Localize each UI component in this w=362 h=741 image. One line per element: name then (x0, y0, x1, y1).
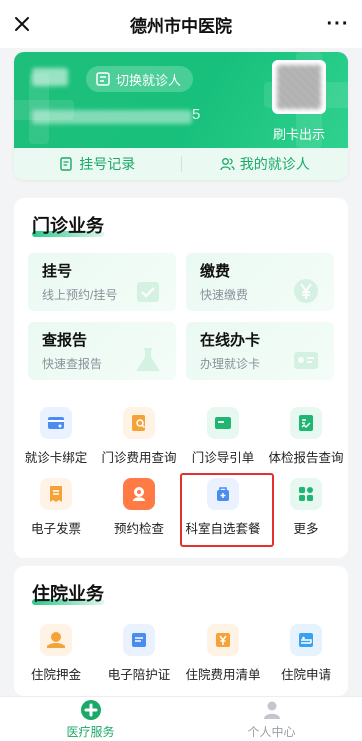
grid-label: 更多 (293, 522, 319, 536)
grid-item-fee-query[interactable]: 门诊费用查询 (97, 405, 181, 469)
grid-item-guide[interactable]: 门诊导引单 (181, 405, 265, 469)
bed-icon (290, 624, 322, 656)
qr-code[interactable] (272, 60, 326, 114)
more-grid-icon (290, 478, 322, 510)
appointment-icon (123, 478, 155, 510)
tile-subtitle: 线上预约/挂号 (42, 288, 118, 302)
patient-name-masked (32, 68, 68, 86)
top-nav-bar: 德州市中医院 ··· (0, 0, 362, 48)
tab-label: 个人中心 (247, 724, 296, 739)
online-card-tile[interactable]: 在线办卡 办理就诊卡 (186, 322, 334, 380)
tile-subtitle: 快速缴费 (200, 288, 249, 302)
tile-subtitle: 快速查报告 (42, 357, 103, 371)
grid-item-more[interactable]: 更多 (264, 476, 348, 540)
card-number-masked (32, 110, 192, 124)
patient-card: 切换就诊人 5 刷卡出示 挂号记录 我的就诊人 (14, 52, 348, 180)
grid-item-bed[interactable]: 住院申请 (264, 622, 348, 686)
grid-label: 住院申请 (280, 668, 331, 682)
card-bind-icon (40, 407, 72, 439)
grid-label: 门诊费用查询 (101, 451, 177, 465)
guide-icon (207, 407, 239, 439)
grid-label: 门诊导引单 (191, 451, 255, 465)
escort-pass-icon (123, 624, 155, 656)
switch-icon (96, 72, 110, 86)
page-title: 德州市中医院 (130, 16, 232, 36)
grid-label: 住院押金 (30, 668, 81, 682)
patient-card-links: 挂号记录 我的就诊人 (14, 148, 348, 180)
payment-tile[interactable]: 缴费 快速缴费 (186, 253, 334, 311)
tile-title: 在线办卡 (200, 332, 261, 349)
my-patients-label: 我的就诊人 (239, 156, 310, 172)
grid-label: 电子陪护证 (107, 668, 171, 682)
checkup-report-icon (290, 407, 322, 439)
tile-title: 查报告 (42, 332, 88, 349)
deposit-icon (40, 624, 72, 656)
my-patients-link[interactable]: 我的就诊人 (182, 154, 349, 174)
fee-list-icon (207, 624, 239, 656)
fee-query-icon (123, 407, 155, 439)
people-icon (220, 157, 235, 171)
card-number-tail: 5 (192, 106, 201, 123)
grid-label: 住院费用清单 (185, 668, 261, 682)
grid-label: 就诊卡绑定 (24, 451, 88, 465)
tab-personal-center[interactable]: 个人中心 (181, 697, 362, 741)
section-title: 住院业务 (32, 584, 104, 604)
calendar-icon (137, 282, 159, 302)
grid-label: 预约检查 (113, 522, 164, 536)
tile-subtitle: 办理就诊卡 (200, 357, 261, 371)
medical-cross-icon (80, 699, 101, 720)
document-icon (59, 157, 73, 171)
grid-item-checkup-report[interactable]: 体检报告查询 (264, 405, 348, 469)
show-card-label[interactable]: 刷卡出示 (266, 124, 332, 143)
flask-icon (136, 348, 160, 371)
grid-item-appointment[interactable]: 预约检查 (97, 476, 181, 540)
yen-icon (294, 279, 318, 303)
grid-label: 电子发票 (30, 522, 81, 536)
tile-title: 挂号 (42, 263, 73, 280)
person-icon (263, 701, 280, 719)
registration-records-label: 挂号记录 (79, 156, 136, 172)
bottom-tab-bar: 医疗服务 个人中心 (0, 696, 362, 741)
check-report-tile[interactable]: 查报告 快速查报告 (28, 322, 176, 380)
switch-patient-button[interactable]: 切换就诊人 (86, 66, 194, 92)
tab-label: 医疗服务 (66, 724, 115, 739)
close-icon[interactable] (8, 10, 36, 38)
more-options-icon[interactable]: ··· (326, 12, 350, 36)
grid-item-invoice[interactable]: 电子发票 (14, 476, 98, 540)
register-tile[interactable]: 挂号 线上预约/挂号 (28, 253, 176, 311)
id-card-icon (294, 352, 318, 369)
highlight-annotation (180, 473, 274, 547)
grid-item-card-bind[interactable]: 就诊卡绑定 (14, 405, 98, 469)
tile-title: 缴费 (200, 263, 231, 280)
grid-item-fee-list[interactable]: 住院费用清单 (181, 622, 265, 686)
tab-medical-service[interactable]: 医疗服务 (0, 697, 181, 741)
patient-card-header: 切换就诊人 5 刷卡出示 (14, 52, 348, 148)
grid-item-escort-pass[interactable]: 电子陪护证 (97, 622, 181, 686)
grid-item-deposit[interactable]: 住院押金 (14, 622, 98, 686)
registration-records-link[interactable]: 挂号记录 (14, 154, 181, 174)
inpatient-section: 住院业务 住院押金 电子陪护证 住院费用清单 住院申请 (14, 566, 348, 696)
switch-patient-label: 切换就诊人 (116, 72, 182, 88)
grid-label: 体检报告查询 (268, 451, 344, 465)
section-title: 门诊业务 (32, 216, 104, 236)
invoice-icon (40, 478, 72, 510)
